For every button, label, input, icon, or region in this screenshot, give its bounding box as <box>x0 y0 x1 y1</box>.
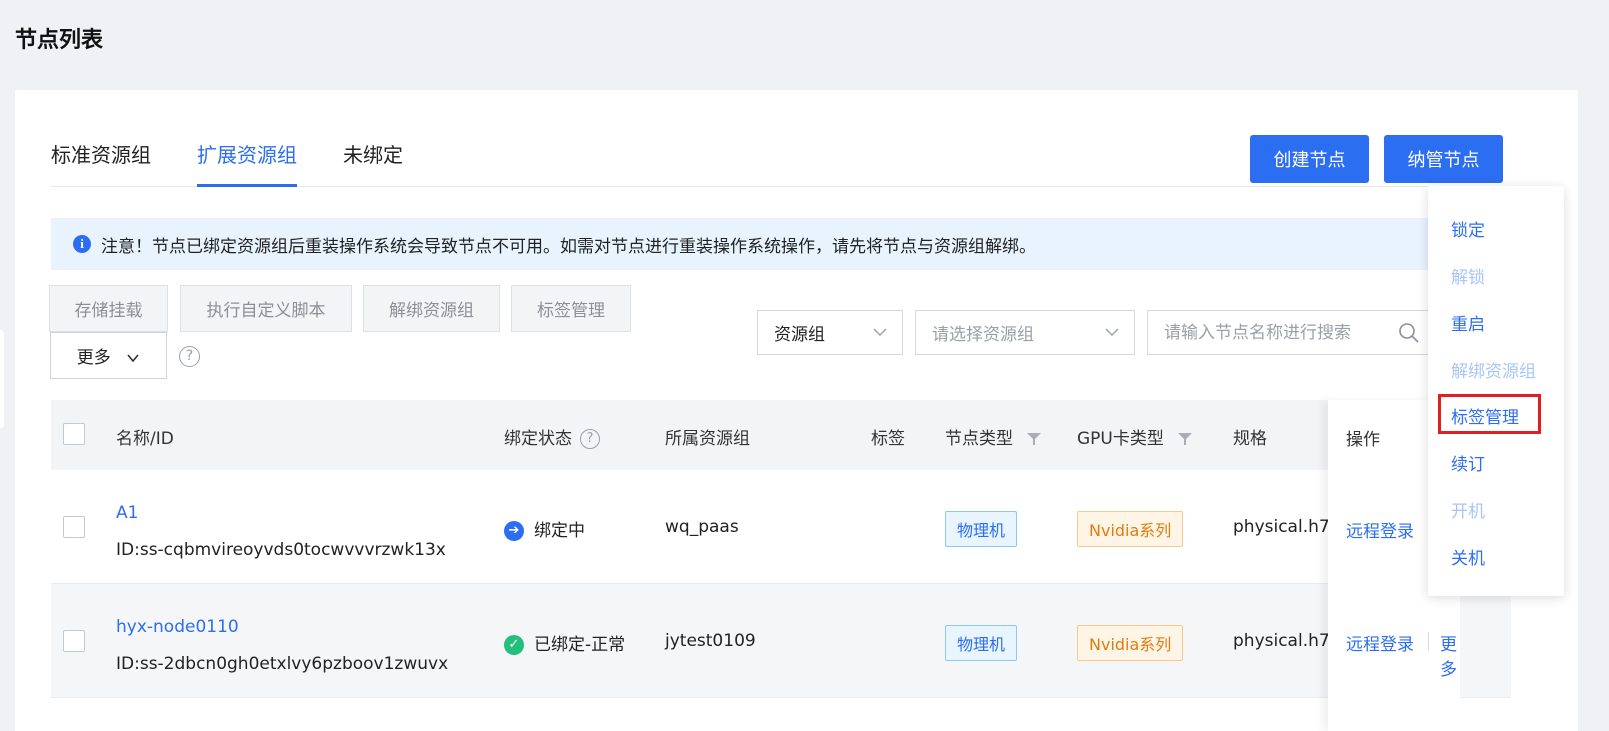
header-resource-group: 所属资源组 <box>665 429 750 449</box>
run-script-button[interactable]: 执行自定义脚本 <box>180 285 352 332</box>
header-name: 名称/ID <box>116 429 174 449</box>
more-label: 更多 <box>76 348 111 368</box>
search-icon[interactable] <box>1398 322 1420 344</box>
node-name-link[interactable]: hyx-node0110 <box>116 617 239 637</box>
notice-text: 注意！节点已绑定资源组后重装操作系统会导致节点不可用。如需对节点进行重装操作系统… <box>101 236 1036 257</box>
create-node-button[interactable]: 创建节点 <box>1250 135 1369 183</box>
table-header: 名称/ID 绑定状态? 所属资源组 标签 节点类型 GPU卡类型 规格 <box>51 400 1511 470</box>
more-actions-dropdown: 锁定 解锁 重启 解绑资源组 标签管理 续订 开机 关机 <box>1428 186 1564 596</box>
header-gpu-type: GPU卡类型 <box>1077 424 1193 449</box>
chevron-down-icon <box>1105 328 1119 336</box>
bind-status: ➔ 绑定中 <box>504 516 585 541</box>
node-id: ID:ss-cqbmvireoyvds0tocwvvvrzwk13x <box>116 540 446 560</box>
highlight-box <box>1438 394 1541 434</box>
table-row: hyx-node0110 ID:ss-2dbcn0gh0etxlvy6pzboo… <box>51 584 1511 698</box>
node-type-tag: 物理机 <box>945 625 1018 661</box>
menu-item-unbind-group: 解绑资源组 <box>1451 362 1536 382</box>
resource-group-select[interactable]: 请选择资源组 <box>915 310 1135 355</box>
menu-item-unlock: 解锁 <box>1451 268 1485 288</box>
node-search-input[interactable] <box>1148 322 1398 343</box>
storage-mount-button[interactable]: 存储挂载 <box>49 285 168 332</box>
row-checkbox[interactable] <box>63 516 85 538</box>
resource-group-placeholder: 请选择资源组 <box>932 325 1034 345</box>
header-ops: 操作 <box>1346 430 1380 450</box>
tab-standard-group[interactable]: 标准资源组 <box>51 132 151 187</box>
gpu-type-tag: Nvidia系列 <box>1077 625 1184 661</box>
tab-unbound[interactable]: 未绑定 <box>343 132 403 187</box>
spec: physical.h7e <box>1233 517 1341 537</box>
bind-status-text: 绑定中 <box>534 521 585 541</box>
notice-banner: i 注意！节点已绑定资源组后重装操作系统会导致节点不可用。如需对节点进行重装操作… <box>51 218 1551 270</box>
tab-extended-group[interactable]: 扩展资源组 <box>197 132 297 187</box>
divider <box>1428 632 1429 650</box>
header-tags: 标签 <box>871 429 905 449</box>
chevron-down-icon <box>873 328 887 336</box>
header-spec: 规格 <box>1233 429 1267 449</box>
node-type-tag: 物理机 <box>945 511 1018 547</box>
menu-item-restart[interactable]: 重启 <box>1451 310 1485 335</box>
header-bind-status-label: 绑定状态 <box>504 429 572 449</box>
resource-group-type-value: 资源组 <box>774 325 825 345</box>
table-row: A1 ID:ss-cqbmvireoyvds0tocwvvvrzwk13x ➔ 绑… <box>51 470 1511 584</box>
header-bind-status: 绑定状态? <box>504 424 600 449</box>
row-more-link[interactable]: 更多 <box>1440 630 1460 680</box>
info-icon: i <box>73 235 91 253</box>
arrow-right-icon: ➔ <box>504 521 524 541</box>
help-icon[interactable]: ? <box>580 429 600 449</box>
select-all-checkbox[interactable] <box>63 423 85 445</box>
bind-status: ✓ 已绑定-正常 <box>504 630 625 655</box>
more-actions-button[interactable]: 更多 <box>50 332 167 379</box>
remote-login-link[interactable]: 远程登录 <box>1346 630 1414 655</box>
page-title: 节点列表 <box>15 28 104 53</box>
menu-item-renew[interactable]: 续订 <box>1451 450 1485 475</box>
tag-manage-button[interactable]: 标签管理 <box>511 285 631 332</box>
row-checkbox[interactable] <box>63 630 85 652</box>
menu-item-lock[interactable]: 锁定 <box>1451 216 1485 241</box>
chevron-down-icon <box>127 354 139 363</box>
help-icon[interactable]: ? <box>179 346 200 367</box>
node-search <box>1147 310 1447 355</box>
node-name-link[interactable]: A1 <box>116 503 138 523</box>
filter-icon[interactable] <box>1177 432 1193 446</box>
resource-group: jytest0109 <box>665 631 756 651</box>
header-node-type-label: 节点类型 <box>945 429 1013 449</box>
spec: physical.h7e <box>1233 631 1341 651</box>
gpu-type-tag: Nvidia系列 <box>1077 511 1184 547</box>
filter-icon[interactable] <box>1026 432 1042 446</box>
bind-status-text: 已绑定-正常 <box>534 635 626 655</box>
side-panel-edge[interactable] <box>0 330 4 428</box>
node-id: ID:ss-2dbcn0gh0etxlvy6pzboov1zwuvx <box>116 654 449 674</box>
header-gpu-type-label: GPU卡类型 <box>1077 429 1164 449</box>
header-node-type: 节点类型 <box>945 424 1042 449</box>
resource-group-type-select[interactable]: 资源组 <box>757 310 903 355</box>
remote-login-link[interactable]: 远程登录 <box>1346 517 1414 542</box>
menu-item-power-on: 开机 <box>1451 502 1485 522</box>
manage-node-button[interactable]: 纳管节点 <box>1384 135 1503 183</box>
menu-item-power-off[interactable]: 关机 <box>1451 544 1485 569</box>
check-circle-icon: ✓ <box>504 635 524 655</box>
resource-group: wq_paas <box>665 517 739 537</box>
unbind-group-button[interactable]: 解绑资源组 <box>363 285 500 332</box>
